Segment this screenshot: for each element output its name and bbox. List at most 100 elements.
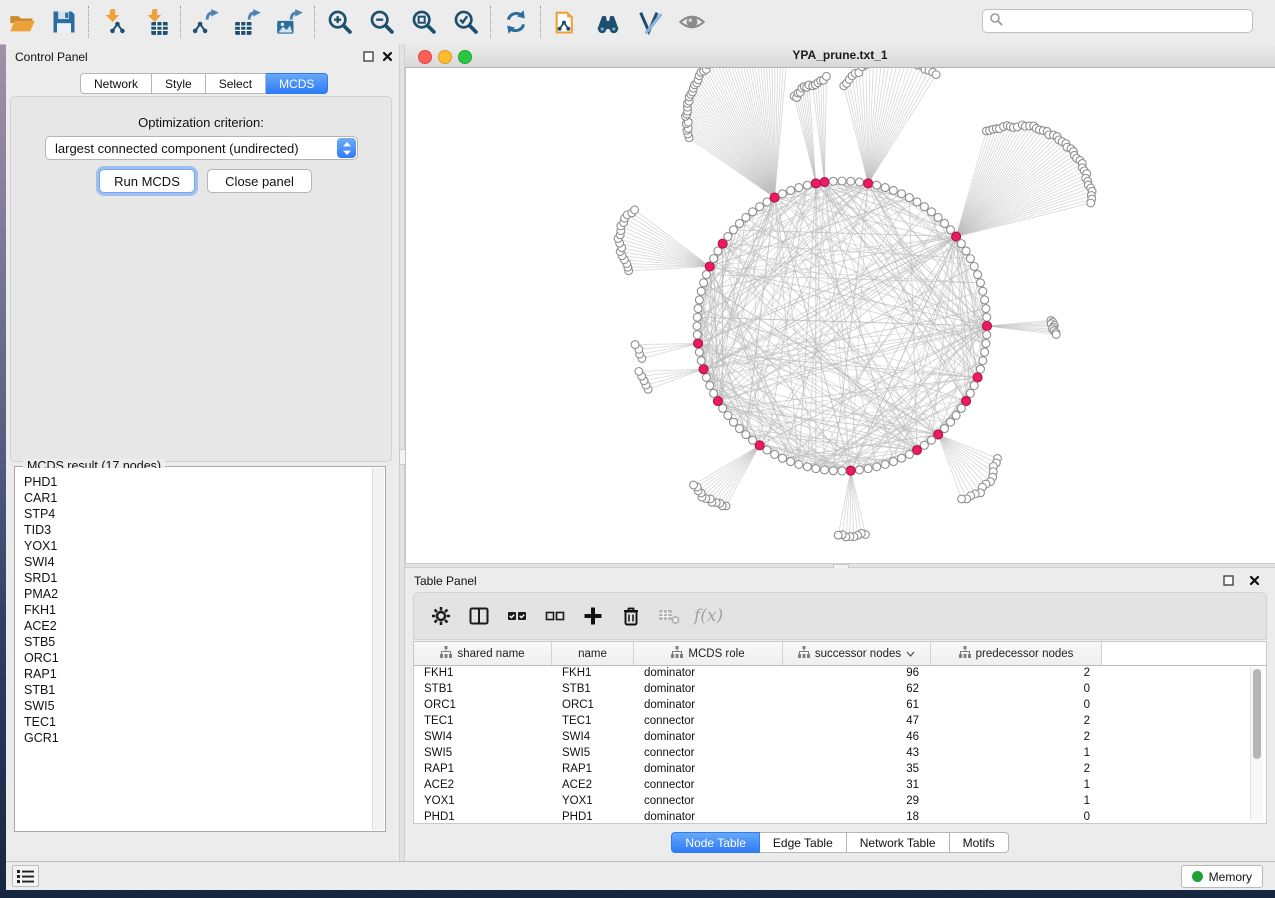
- column-header-successor-nodes[interactable]: successor nodes: [783, 642, 931, 665]
- result-scrollbar[interactable]: [372, 468, 384, 830]
- float-panel-icon[interactable]: [362, 50, 375, 63]
- scrollbar-thumb[interactable]: [1253, 669, 1261, 759]
- tab-network-table[interactable]: Network Table: [847, 832, 950, 853]
- import-network-icon[interactable]: [97, 5, 131, 39]
- tab-edge-table[interactable]: Edge Table: [760, 832, 847, 853]
- result-item[interactable]: RAP1: [24, 666, 384, 682]
- table-row-SWI5[interactable]: SWI5SWI5connector431: [414, 745, 1266, 761]
- result-item[interactable]: STP4: [24, 506, 384, 522]
- optimization-select[interactable]: largest connected component (undirected): [45, 136, 358, 160]
- result-item[interactable]: PHD1: [24, 474, 384, 490]
- tab-select[interactable]: Select: [206, 73, 266, 94]
- close-panel-icon[interactable]: [1248, 574, 1261, 587]
- columns-icon[interactable]: [466, 603, 492, 629]
- column-header-name[interactable]: name: [552, 642, 634, 665]
- refresh-layout-icon[interactable]: [499, 5, 533, 39]
- open-file-icon[interactable]: [5, 5, 39, 39]
- table-row-RAP1[interactable]: RAP1RAP1dominator352: [414, 761, 1266, 777]
- table-row-SWI4[interactable]: SWI4SWI4dominator462: [414, 729, 1266, 745]
- run-mcds-button[interactable]: Run MCDS: [99, 169, 195, 193]
- zoom-fit-icon[interactable]: [407, 5, 441, 39]
- add-row-icon[interactable]: [580, 603, 606, 629]
- table-row-TEC1[interactable]: TEC1TEC1connector472: [414, 713, 1266, 729]
- memory-button[interactable]: Memory: [1181, 865, 1263, 888]
- cell-successor-nodes: 31: [783, 777, 931, 793]
- close-panel-button[interactable]: Close panel: [207, 169, 312, 193]
- tab-node-table[interactable]: Node Table: [671, 832, 760, 853]
- cell-MCDS-role: dominator: [634, 809, 783, 823]
- select-all-icon[interactable]: [504, 603, 530, 629]
- settings-icon[interactable]: [428, 603, 454, 629]
- zoom-selected-icon[interactable]: [449, 5, 483, 39]
- find-icon[interactable]: [591, 5, 625, 39]
- zoom-in-icon[interactable]: [323, 5, 357, 39]
- cell-shared-name: SWI5: [414, 745, 552, 761]
- tab-motifs[interactable]: Motifs: [950, 832, 1009, 853]
- export-network-icon[interactable]: [189, 5, 223, 39]
- graphics-details-icon[interactable]: [633, 5, 667, 39]
- cell-MCDS-role: dominator: [634, 729, 783, 745]
- table-row-ORC1[interactable]: ORC1ORC1dominator610: [414, 697, 1266, 713]
- result-item[interactable]: SWI4: [24, 554, 384, 570]
- function-builder-icon: f(x): [694, 603, 723, 629]
- result-item[interactable]: GCR1: [24, 730, 384, 746]
- import-table-icon[interactable]: [139, 5, 173, 39]
- table-panel-header: Table Panel: [405, 568, 1275, 592]
- network-title: YPA_prune.txt_1: [405, 48, 1275, 62]
- table-row-PHD1[interactable]: PHD1PHD1dominator180: [414, 809, 1266, 823]
- cell-shared-name: YOX1: [414, 793, 552, 809]
- toolbar-separator: [540, 6, 542, 38]
- float-panel-icon[interactable]: [1222, 574, 1235, 587]
- save-session-icon[interactable]: [47, 5, 81, 39]
- cell-shared-name: TEC1: [414, 713, 552, 729]
- result-item[interactable]: YOX1: [24, 538, 384, 554]
- column-header-MCDS-role[interactable]: MCDS role: [634, 642, 783, 665]
- cell-name: YOX1: [552, 793, 634, 809]
- network-from-selection-icon[interactable]: [549, 5, 583, 39]
- app-body: Control Panel NetworkStyleSelectMCDS Opt…: [6, 44, 1275, 890]
- toolbar-separator: [490, 6, 492, 38]
- delete-row-icon[interactable]: [618, 603, 644, 629]
- control-panel-title: Control Panel: [15, 50, 88, 64]
- network-graph[interactable]: [406, 68, 1275, 563]
- show-all-icon[interactable]: [675, 5, 709, 39]
- column-label: shared name: [457, 648, 524, 660]
- deselect-all-icon[interactable]: [542, 603, 568, 629]
- tab-mcds[interactable]: MCDS: [266, 73, 328, 94]
- main-toolbar: [0, 0, 1275, 45]
- table-row-ACE2[interactable]: ACE2ACE2connector311: [414, 777, 1266, 793]
- result-item[interactable]: FKH1: [24, 602, 384, 618]
- result-item[interactable]: STB5: [24, 634, 384, 650]
- cell-MCDS-role: connector: [634, 793, 783, 809]
- table-row-YOX1[interactable]: YOX1YOX1connector291: [414, 793, 1266, 809]
- result-item[interactable]: ORC1: [24, 650, 384, 666]
- column-label: name: [578, 648, 607, 660]
- table-row-STB1[interactable]: STB1STB1dominator620: [414, 681, 1266, 697]
- result-item[interactable]: PMA2: [24, 586, 384, 602]
- close-panel-icon[interactable]: [381, 50, 394, 63]
- zoom-out-icon[interactable]: [365, 5, 399, 39]
- result-item[interactable]: STB1: [24, 682, 384, 698]
- cell-MCDS-role: dominator: [634, 761, 783, 777]
- result-item[interactable]: TID3: [24, 522, 384, 538]
- result-item[interactable]: ACE2: [24, 618, 384, 634]
- result-item[interactable]: SWI5: [24, 698, 384, 714]
- task-history-button[interactable]: [12, 865, 39, 887]
- result-item[interactable]: SRD1: [24, 570, 384, 586]
- mcds-result-list[interactable]: PHD1CAR1STP4TID3YOX1SWI4SRD1PMA2FKH1ACE2…: [16, 468, 384, 830]
- cell-predecessor-nodes: 1: [931, 745, 1102, 761]
- table-row-FKH1[interactable]: FKH1FKH1dominator962: [414, 665, 1266, 681]
- result-item[interactable]: TEC1: [24, 714, 384, 730]
- search-input[interactable]: [1003, 13, 1252, 29]
- column-header-shared-name[interactable]: shared name: [414, 642, 552, 665]
- network-canvas[interactable]: [405, 68, 1275, 563]
- network-titlebar: YPA_prune.txt_1: [405, 44, 1275, 68]
- column-header-predecessor-nodes[interactable]: predecessor nodes: [931, 642, 1102, 665]
- tab-network[interactable]: Network: [80, 73, 152, 94]
- cell-name: STB1: [552, 681, 634, 697]
- tab-style[interactable]: Style: [152, 73, 206, 94]
- result-item[interactable]: CAR1: [24, 490, 384, 506]
- table-scrollbar[interactable]: [1250, 667, 1263, 820]
- export-image-icon[interactable]: [273, 5, 307, 39]
- export-table-icon[interactable]: [231, 5, 265, 39]
